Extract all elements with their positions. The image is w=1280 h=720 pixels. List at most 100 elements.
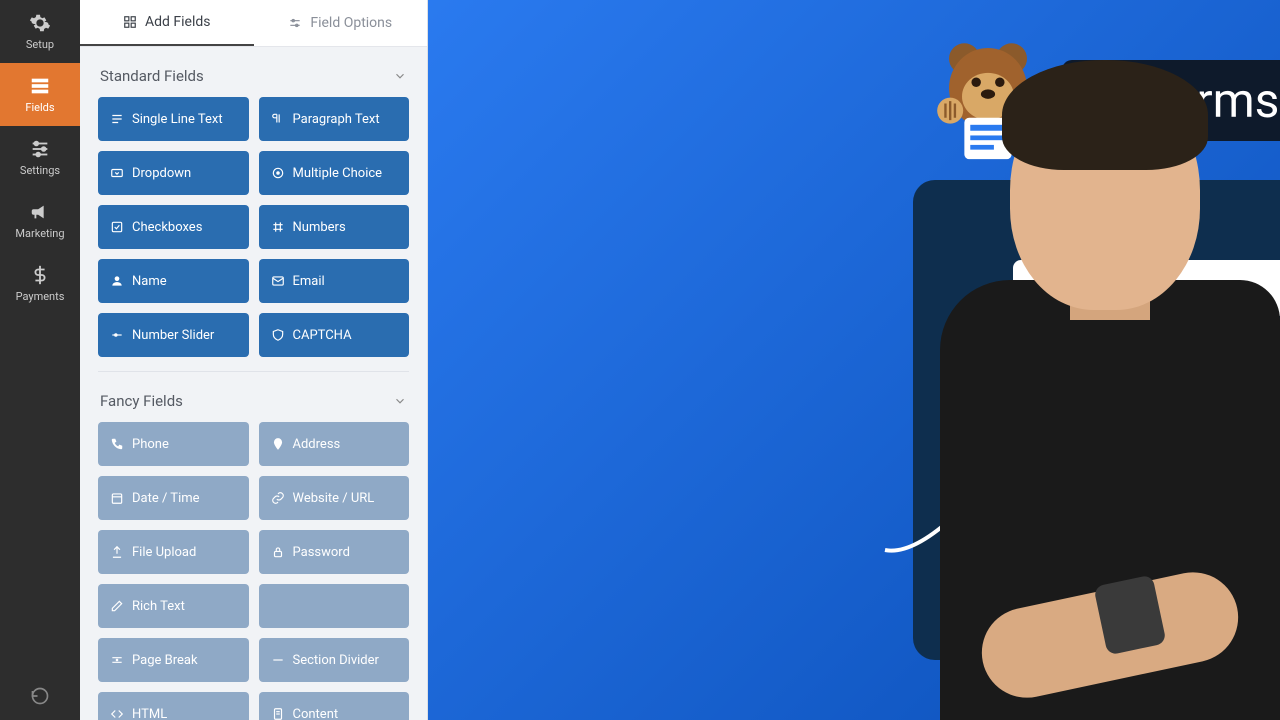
field-address[interactable]: Address xyxy=(259,422,410,466)
hash-icon xyxy=(271,220,285,234)
field-label: CAPTCHA xyxy=(293,328,352,343)
nav-fields[interactable]: Fields xyxy=(0,63,80,126)
field-number-slider[interactable]: Number Slider xyxy=(98,313,249,357)
mail-icon xyxy=(271,274,285,288)
preview-canvas: wpforms Name Email SUBMIT xyxy=(428,0,1280,720)
field-label: Multiple Choice xyxy=(293,166,383,181)
upload-icon xyxy=(110,545,124,559)
field-checkboxes[interactable]: Checkboxes xyxy=(98,205,249,249)
fancy-fields-grid: Phone Address Date / Time Website / URL File… xyxy=(98,422,409,720)
tab-field-options[interactable]: Field Options xyxy=(254,0,428,46)
field-label: Date / Time xyxy=(132,491,200,506)
check-icon xyxy=(110,220,124,234)
gear-icon xyxy=(29,12,51,34)
megaphone-icon xyxy=(29,201,51,223)
sliders-icon xyxy=(29,138,51,160)
field-label: HTML xyxy=(132,707,167,720)
paragraph-icon xyxy=(271,112,285,126)
field-captcha[interactable]: CAPTCHA xyxy=(259,313,410,357)
section-title: Fancy Fields xyxy=(100,392,183,410)
field-single-line-text[interactable]: Single Line Text xyxy=(98,97,249,141)
standard-fields-grid: Single Line Text Paragraph Text Dropdown Mu… xyxy=(98,97,409,357)
field-dropdown[interactable]: Dropdown xyxy=(98,151,249,195)
field-paragraph-text[interactable]: Paragraph Text xyxy=(259,97,410,141)
radio-icon xyxy=(271,166,285,180)
slider-icon xyxy=(110,328,124,342)
doc-icon xyxy=(271,707,285,720)
section-title: Standard Fields xyxy=(100,67,204,85)
user-icon xyxy=(110,274,124,288)
nav-history[interactable] xyxy=(0,672,80,720)
nav-settings[interactable]: Settings xyxy=(0,126,80,189)
field-label: Number Slider xyxy=(132,328,214,343)
field-html[interactable]: HTML xyxy=(98,692,249,720)
field-label: Password xyxy=(293,545,350,560)
field-label: Single Line Text xyxy=(132,112,223,127)
edit-icon xyxy=(110,599,124,613)
field-label: Dropdown xyxy=(132,166,191,181)
chevron-down-icon xyxy=(393,69,407,83)
code-icon xyxy=(110,707,124,720)
field-password[interactable]: Password xyxy=(259,530,410,574)
tab-label: Field Options xyxy=(310,15,392,31)
lock-icon xyxy=(271,545,285,559)
blank-icon xyxy=(271,599,285,613)
field-label: Email xyxy=(293,274,325,289)
field-blank[interactable] xyxy=(259,584,410,628)
field-content[interactable]: Content xyxy=(259,692,410,720)
nav-rail: Setup Fields Settings Marketing Payments xyxy=(0,0,80,720)
nav-label: Settings xyxy=(20,164,60,177)
field-file-upload[interactable]: File Upload xyxy=(98,530,249,574)
field-rich-text[interactable]: Rich Text xyxy=(98,584,249,628)
grid-icon xyxy=(123,15,137,29)
field-label: Address xyxy=(293,437,341,452)
chevron-down-icon xyxy=(393,394,407,408)
nav-label: Fields xyxy=(25,101,54,114)
nav-label: Marketing xyxy=(15,227,64,240)
field-label: File Upload xyxy=(132,545,196,560)
calendar-icon xyxy=(110,491,124,505)
nav-label: Payments xyxy=(16,290,65,303)
history-icon xyxy=(30,686,50,706)
nav-setup[interactable]: Setup xyxy=(0,0,80,63)
panel-tabs: Add Fields Field Options xyxy=(80,0,427,47)
field-label: Content xyxy=(293,707,339,720)
field-page-break[interactable]: Page Break xyxy=(98,638,249,682)
field-multiple-choice[interactable]: Multiple Choice xyxy=(259,151,410,195)
field-website-url[interactable]: Website / URL xyxy=(259,476,410,520)
tab-label: Add Fields xyxy=(145,14,211,30)
field-date-time[interactable]: Date / Time xyxy=(98,476,249,520)
nav-label: Setup xyxy=(26,38,54,51)
field-label: Numbers xyxy=(293,220,346,235)
dropdown-icon xyxy=(110,166,124,180)
field-label: Rich Text xyxy=(132,599,185,614)
field-label: Website / URL xyxy=(293,491,375,506)
phone-icon xyxy=(110,437,124,451)
field-label: Name xyxy=(132,274,167,289)
text-icon xyxy=(110,112,124,126)
field-label: Paragraph Text xyxy=(293,112,380,127)
field-label: Page Break xyxy=(132,653,198,668)
nav-marketing[interactable]: Marketing xyxy=(0,189,80,252)
form-icon xyxy=(29,75,51,97)
field-numbers[interactable]: Numbers xyxy=(259,205,410,249)
field-section-divider[interactable]: Section Divider xyxy=(259,638,410,682)
section-standard-header[interactable]: Standard Fields xyxy=(98,61,409,97)
field-email[interactable]: Email xyxy=(259,259,410,303)
break-icon xyxy=(110,653,124,667)
link-icon xyxy=(271,491,285,505)
section-fancy-header[interactable]: Fancy Fields xyxy=(98,386,409,422)
sliders-icon xyxy=(288,16,302,30)
nav-payments[interactable]: Payments xyxy=(0,252,80,315)
fields-panel: Add Fields Field Options Standard Fields… xyxy=(80,0,428,720)
field-phone[interactable]: Phone xyxy=(98,422,249,466)
field-label: Section Divider xyxy=(293,653,379,668)
field-label: Phone xyxy=(132,437,169,452)
field-name[interactable]: Name xyxy=(98,259,249,303)
dollar-icon xyxy=(29,264,51,286)
panel-body: Standard Fields Single Line Text Paragrap… xyxy=(80,47,427,720)
presenter-photo xyxy=(920,60,1280,720)
shield-icon xyxy=(271,328,285,342)
tab-add-fields[interactable]: Add Fields xyxy=(80,0,254,46)
field-label: Checkboxes xyxy=(132,220,202,235)
